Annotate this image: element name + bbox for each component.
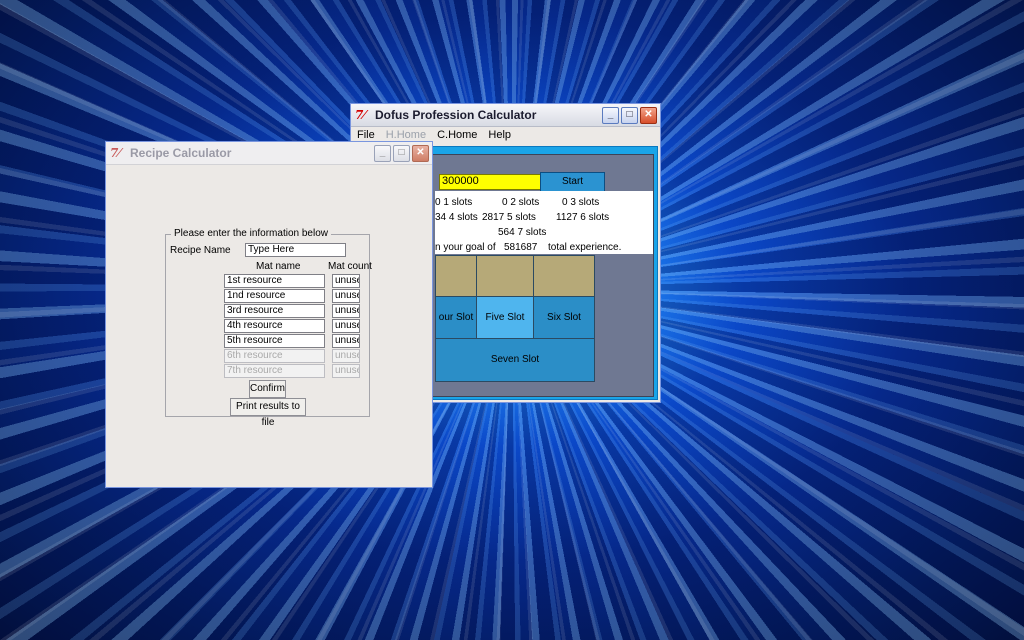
recipe-name-input[interactable]: Type Here bbox=[245, 243, 346, 257]
minimize-icon[interactable]: _ bbox=[602, 107, 619, 124]
confirm-button[interactable]: Confirm bbox=[249, 380, 286, 398]
mat-count-input[interactable]: unused bbox=[332, 304, 360, 318]
mat-count-input-disabled: unused bbox=[332, 364, 360, 378]
maximize-icon[interactable]: □ bbox=[393, 145, 410, 162]
mat-name-input[interactable]: 5th resource bbox=[224, 334, 325, 348]
mat-count-header: Mat count bbox=[328, 261, 372, 272]
goal-xp-value: 581687 bbox=[504, 242, 538, 253]
mat-name-input[interactable]: 1nd resource bbox=[224, 289, 325, 303]
mat-count-input[interactable]: unused bbox=[332, 274, 360, 288]
mat-name-input-disabled: 6th resource bbox=[224, 349, 325, 363]
mat-count-input[interactable]: unused bbox=[332, 334, 360, 348]
slot-tan-1[interactable] bbox=[435, 255, 477, 297]
slot-tan-2[interactable] bbox=[476, 255, 534, 297]
close-icon[interactable]: ✕ bbox=[640, 107, 657, 124]
result-1-slots: 0 1 slots bbox=[435, 197, 473, 208]
results-panel: 0 1 slots 0 2 slots 0 3 slots 34 4 slots… bbox=[435, 191, 653, 254]
mat-count-input-disabled: unused bbox=[332, 349, 360, 363]
result-4-slots: 34 4 slots bbox=[435, 212, 478, 223]
seven-slot[interactable]: Seven Slot bbox=[435, 338, 595, 382]
goal-input[interactable]: 300000 bbox=[439, 174, 542, 190]
recipe-name-label: Recipe Name bbox=[170, 245, 231, 256]
mat-name-input[interactable]: 1st resource bbox=[224, 274, 325, 288]
mat-count-input[interactable]: unused bbox=[332, 319, 360, 333]
minimize-icon[interactable]: _ bbox=[374, 145, 391, 162]
result-3-slots: 0 3 slots bbox=[562, 197, 600, 208]
mat-name-input-disabled: 7th resource bbox=[224, 364, 325, 378]
form-legend: Please enter the information below bbox=[171, 228, 331, 239]
print-results-button[interactable]: Print results to file bbox=[230, 398, 306, 428]
tk-feather-icon: 7⁄ bbox=[355, 108, 366, 122]
recipe-window: 7⁄ Recipe Calculator _ □ ✕ Please enter … bbox=[106, 142, 432, 487]
goal-prefix: n your goal of bbox=[435, 242, 496, 253]
dofus-window-title: Dofus Profession Calculator bbox=[375, 108, 537, 122]
five-slot[interactable]: Five Slot bbox=[476, 296, 534, 339]
result-2-slots: 0 2 slots bbox=[502, 197, 540, 208]
mat-name-header: Mat name bbox=[256, 261, 301, 272]
start-calculator-button[interactable]: Start Calculator bbox=[540, 172, 605, 205]
close-icon[interactable]: ✕ bbox=[412, 145, 429, 162]
slot-tan-3[interactable] bbox=[533, 255, 595, 297]
six-slot[interactable]: Six Slot bbox=[533, 296, 595, 339]
mat-name-input[interactable]: 4th resource bbox=[224, 319, 325, 333]
result-6-slots: 1127 6 slots bbox=[556, 212, 610, 223]
four-slot[interactable]: our Slot bbox=[435, 296, 477, 339]
menu-c-home[interactable]: C.Home bbox=[431, 127, 482, 145]
maximize-icon[interactable]: □ bbox=[621, 107, 638, 124]
tk-feather-icon: 7⁄ bbox=[110, 146, 121, 160]
menu-help[interactable]: Help bbox=[482, 127, 516, 145]
result-5-slots: 2817 5 slots bbox=[482, 212, 536, 223]
dofus-titlebar[interactable]: 7⁄ Dofus Profession Calculator _ □ ✕ bbox=[351, 104, 660, 127]
mat-name-input[interactable]: 3rd resource bbox=[224, 304, 325, 318]
result-7-slots: 564 7 slots bbox=[498, 227, 547, 238]
recipe-titlebar[interactable]: 7⁄ Recipe Calculator _ □ ✕ bbox=[106, 142, 432, 165]
recipe-window-title: Recipe Calculator bbox=[130, 146, 232, 160]
mat-count-input[interactable]: unused bbox=[332, 289, 360, 303]
goal-suffix: total experience. bbox=[548, 242, 622, 253]
